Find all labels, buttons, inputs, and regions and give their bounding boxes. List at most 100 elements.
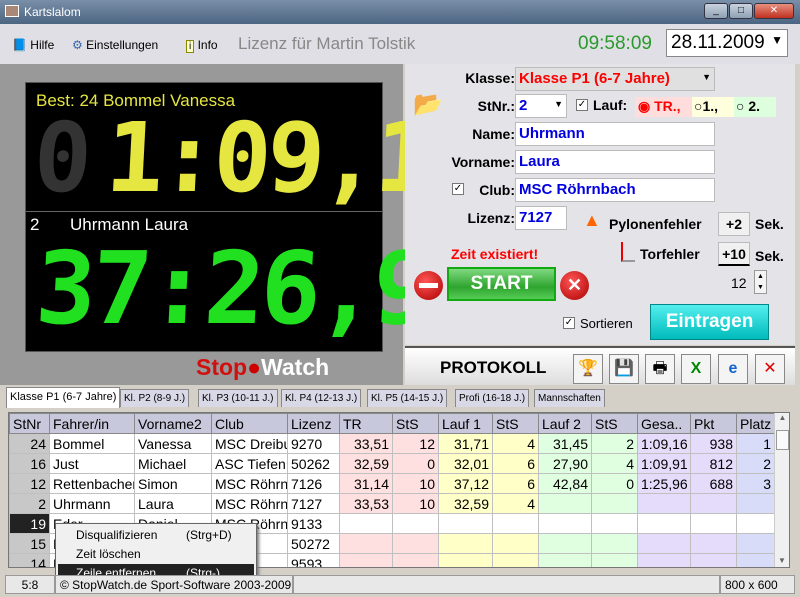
minimize-button[interactable]: _	[704, 3, 728, 19]
menu-help[interactable]: 📘 Hilfe	[12, 38, 54, 52]
column-header[interactable]: Lauf 1	[438, 413, 493, 434]
table-cell[interactable]: 6	[492, 473, 539, 494]
save-icon[interactable]: 💾	[609, 354, 639, 384]
table-cell[interactable]: 1	[736, 433, 775, 454]
column-header[interactable]: Club	[211, 413, 288, 434]
table-cell[interactable]	[538, 553, 592, 567]
table-cell[interactable]: Rettenbacher	[49, 473, 135, 494]
table-cell[interactable]	[492, 553, 539, 567]
table-cell[interactable]: 37,12	[438, 473, 493, 494]
column-header[interactable]: StS	[392, 413, 439, 434]
column-header[interactable]: Lizenz	[287, 413, 340, 434]
column-header[interactable]: Fahrer/in	[49, 413, 135, 434]
table-cell[interactable]: 9593	[287, 553, 340, 567]
table-cell[interactable]: 12	[9, 473, 50, 494]
lauf-radio-1[interactable]: ○1.,	[692, 97, 734, 117]
table-cell[interactable]: MSC Dreibu	[211, 433, 288, 454]
column-header[interactable]: StNr	[9, 413, 50, 434]
table-cell[interactable]	[538, 493, 592, 514]
table-cell[interactable]: MSC Röhrn	[211, 493, 288, 514]
table-cell[interactable]	[736, 493, 775, 514]
table-cell[interactable]	[736, 553, 775, 567]
klasse-select[interactable]: Klasse P1 (6-7 Jahre) ▼	[515, 67, 715, 91]
club-checkbox[interactable]: ✓	[452, 183, 464, 195]
table-cell[interactable]: 32,59	[339, 453, 393, 474]
menu-item-clear-time[interactable]: Zeit löschen	[58, 545, 254, 564]
sort-checkbox[interactable]: ✓	[563, 317, 575, 329]
table-cell[interactable]: 0	[591, 473, 638, 494]
stnr-select[interactable]: 2 ▼	[515, 94, 567, 118]
table-cell[interactable]: Simon	[134, 473, 212, 494]
tab-p5[interactable]: Kl. P5 (14-15 J.)	[367, 389, 448, 407]
table-cell[interactable]: 9133	[287, 513, 340, 534]
table-cell[interactable]	[591, 513, 638, 534]
minus-icon[interactable]	[414, 271, 443, 300]
lauf-checkbox[interactable]: ✓	[576, 99, 588, 111]
table-cell[interactable]: 7126	[287, 473, 340, 494]
tab-p2[interactable]: Kl. P2 (8-9 J.)	[120, 389, 190, 407]
column-header[interactable]: Pkt	[690, 413, 737, 434]
table-cell[interactable]: 42,84	[538, 473, 592, 494]
table-cell[interactable]: 31,71	[438, 433, 493, 454]
table-cell[interactable]	[438, 533, 493, 554]
table-cell[interactable]: 14	[9, 553, 50, 567]
column-header[interactable]: Vorname2	[134, 413, 212, 434]
name-input[interactable]: Uhrmann	[515, 122, 715, 146]
table-cell[interactable]	[392, 513, 439, 534]
trophy-icon[interactable]: 🏆	[573, 354, 603, 384]
table-cell[interactable]	[438, 553, 493, 567]
maximize-button[interactable]: □	[729, 3, 753, 19]
table-cell[interactable]	[591, 493, 638, 514]
table-cell[interactable]	[690, 493, 737, 514]
table-cell[interactable]: 1:09,91	[637, 453, 691, 474]
table-cell[interactable]: 33,51	[339, 433, 393, 454]
tab-p3[interactable]: Kl. P3 (10-11 J.)	[198, 389, 278, 407]
table-cell[interactable]: 1:25,96	[637, 473, 691, 494]
table-cell[interactable]: 33,53	[339, 493, 393, 514]
table-cell[interactable]	[339, 533, 393, 554]
menu-settings[interactable]: ⚙ Einstellungen	[72, 38, 158, 52]
table-cell[interactable]: 50272	[287, 533, 340, 554]
table-cell[interactable]: 27,90	[538, 453, 592, 474]
column-header[interactable]: TR	[339, 413, 393, 434]
menu-info[interactable]: i Info	[186, 38, 218, 53]
table-cell[interactable]: 7127	[287, 493, 340, 514]
pylon-plus2-button[interactable]: +2	[718, 212, 750, 236]
table-cell[interactable]	[339, 553, 393, 567]
table-cell[interactable]: Just	[49, 453, 135, 474]
table-cell[interactable]	[591, 553, 638, 567]
print-icon[interactable]: 🖶	[645, 354, 675, 384]
table-cell[interactable]: 2	[9, 493, 50, 514]
lauf-radio-tr[interactable]: ◉ TR.,	[635, 97, 692, 117]
table-cell[interactable]	[538, 513, 592, 534]
table-cell[interactable]: 31,45	[538, 433, 592, 454]
table-cell[interactable]: 19	[9, 513, 50, 534]
table-row[interactable]: 12 Rettenbacher Simon MSC Röhrn 7126 31,14 10 3…	[9, 473, 775, 494]
table-row[interactable]: 16 Just Michael ASC Tiefen 50262 32,59 0 32,01 6…	[9, 453, 775, 474]
table-cell[interactable]: 1:09,16	[637, 433, 691, 454]
tab-mannschaften[interactable]: Mannschaften	[534, 389, 605, 407]
tor-plus10-button[interactable]: +10	[718, 242, 750, 266]
table-cell[interactable]	[392, 533, 439, 554]
table-cell[interactable]	[392, 553, 439, 567]
table-cell[interactable]: 0	[392, 453, 439, 474]
close-button[interactable]: ✕	[754, 3, 794, 19]
table-cell[interactable]: 4	[492, 493, 539, 514]
menu-item-disqualify[interactable]: Disqualifizieren (Strg+D)	[58, 526, 254, 545]
vertical-scrollbar[interactable]: ▲ ▼	[774, 413, 789, 567]
table-cell[interactable]	[492, 533, 539, 554]
date-picker[interactable]: 28.11.2009 ▼	[666, 29, 788, 57]
table-cell[interactable]	[438, 513, 493, 534]
table-cell[interactable]: 2	[591, 433, 638, 454]
table-cell[interactable]: 32,01	[438, 453, 493, 474]
cancel-icon[interactable]: ✕	[560, 271, 589, 300]
table-row[interactable]: 2 Uhrmann Laura MSC Röhrn 7127 33,53 10 32,59 4	[9, 493, 775, 514]
table-cell[interactable]: 688	[690, 473, 737, 494]
club-input[interactable]: MSC Röhrnbach	[515, 178, 715, 202]
table-cell[interactable]: 3	[736, 473, 775, 494]
table-cell[interactable]	[637, 493, 691, 514]
table-cell[interactable]	[637, 533, 691, 554]
table-cell[interactable]: 10	[392, 473, 439, 494]
table-cell[interactable]: Michael	[134, 453, 212, 474]
table-cell[interactable]	[637, 513, 691, 534]
